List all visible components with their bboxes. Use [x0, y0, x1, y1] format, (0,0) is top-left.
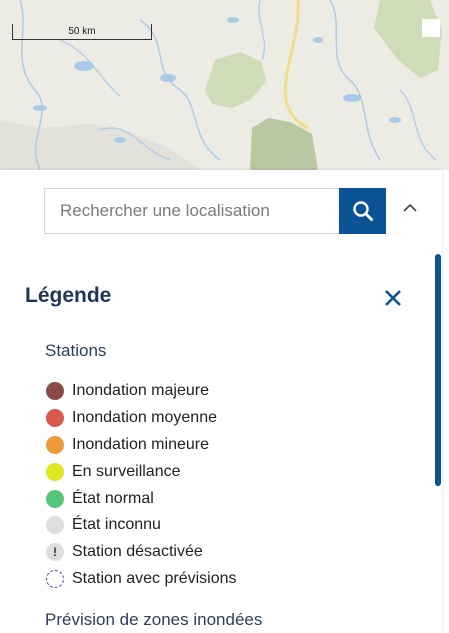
exclamation-icon: !	[46, 543, 64, 562]
side-panel: Légende Stations Inondation majeure Inon…	[0, 170, 442, 633]
legend-item-watch: En surveillance	[46, 458, 237, 485]
legend-item-normal: État normal	[46, 485, 237, 512]
close-icon	[385, 290, 401, 306]
legend-close-button[interactable]	[381, 286, 405, 310]
legend-item-label: Station avec prévisions	[72, 569, 237, 587]
legend-item-medium-flood: Inondation moyenne	[46, 405, 237, 432]
dashed-circle-icon	[46, 569, 64, 588]
panel-scrollbar[interactable]	[435, 254, 441, 486]
legend-title: Légende	[25, 284, 112, 307]
legend-item-label: État inconnu	[72, 516, 161, 534]
section-title-flood-forecast: Prévision de zones inondées	[45, 610, 263, 629]
legend-item-major-flood: Inondation majeure	[46, 378, 237, 405]
legend-item-label: Inondation moyenne	[72, 409, 217, 427]
watch-marker-icon	[46, 462, 64, 481]
legend-item-forecast: Station avec prévisions	[46, 566, 237, 593]
stations-legend-list: Inondation majeure Inondation moyenne In…	[46, 378, 237, 592]
map-scale-label: 50 km	[68, 26, 96, 37]
search-icon	[352, 201, 373, 221]
minor-flood-marker-icon	[46, 435, 64, 454]
map-corner-control[interactable]	[422, 19, 440, 37]
legend-item-unknown: État inconnu	[46, 512, 237, 539]
chevron-up-icon	[403, 203, 417, 212]
unknown-marker-icon	[46, 516, 64, 535]
medium-flood-marker-icon	[46, 409, 64, 428]
legend-item-label: Station désactivée	[72, 543, 203, 561]
legend-item-label: En surveillance	[72, 462, 181, 480]
major-flood-marker-icon	[46, 382, 64, 401]
legend-item-disabled: ! Station désactivée	[46, 539, 237, 566]
map-view[interactable]: 50 km	[0, 0, 449, 170]
section-title-stations: Stations	[45, 341, 107, 360]
search-button[interactable]	[339, 188, 386, 234]
map-scale-bar: 50 km	[12, 24, 152, 40]
legend-item-label: Inondation majeure	[72, 382, 209, 400]
legend-item-label: État normal	[72, 489, 154, 507]
collapse-panel-button[interactable]	[398, 196, 422, 220]
legend-item-label: Inondation mineure	[72, 435, 209, 453]
legend-item-minor-flood: Inondation mineure	[46, 432, 237, 459]
normal-marker-icon	[46, 489, 64, 508]
search-input[interactable]	[44, 188, 339, 234]
